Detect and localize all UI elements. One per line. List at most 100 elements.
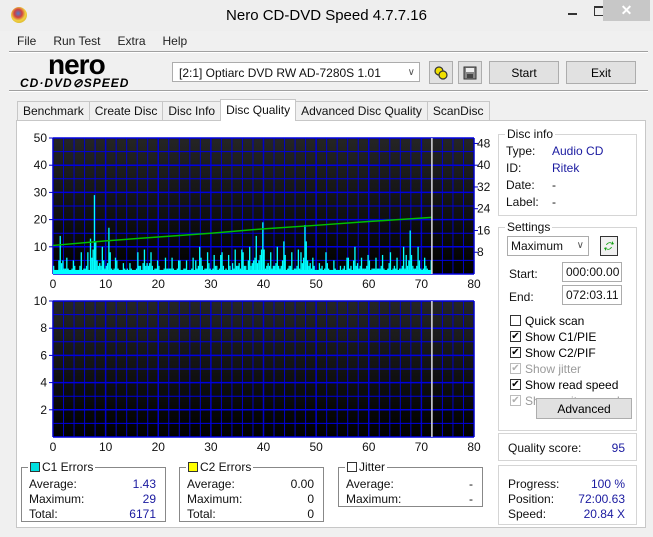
exit-button[interactable]: Exit — [566, 61, 636, 84]
c1-chart-x-tick-label: 50 — [309, 277, 323, 291]
checkbox-show-write-speed: ✔ — [510, 395, 521, 406]
c1-chart-x-tick-label: 80 — [467, 277, 481, 291]
progress-box: Progress: 100 % Position: 72:00.63 Speed… — [498, 465, 637, 525]
speed-label: Speed: — [508, 507, 547, 521]
drive-select-value: [2:1] Optiarc DVD RW AD-7280S 1.01 — [179, 66, 381, 80]
tab-disc-quality[interactable]: Disc Quality — [220, 99, 297, 121]
type-label: Type: — [506, 144, 536, 158]
c1-chart-y-tick-label: 50 — [34, 131, 48, 145]
c2-chart-y-tick-label: 6 — [40, 348, 47, 362]
save-icon — [463, 66, 477, 79]
c1-chart-right-tick-label: 40 — [477, 158, 491, 172]
end-time-input[interactable]: 072:03.11 — [562, 285, 622, 305]
c1-bar — [93, 195, 96, 274]
jitter-maximum-value: - — [469, 492, 473, 506]
tab-disc-info[interactable]: Disc Info — [162, 101, 222, 121]
drive-select[interactable]: [2:1] Optiarc DVD RW AD-7280S 1.01 ∨ — [172, 62, 420, 82]
c1-title-text: C1 Errors — [42, 460, 94, 474]
chevron-down-icon: ∨ — [407, 67, 415, 78]
drive-refresh-button[interactable] — [429, 61, 453, 84]
tab-benchmark[interactable]: Benchmark — [17, 101, 90, 121]
c1-chart-right-tick-label: 8 — [477, 245, 484, 259]
checkbox-show-c1-pie[interactable]: ✔ — [510, 331, 521, 342]
title-bar[interactable]: Nero CD-DVD Speed 4.7.7.16 ✕ — [0, 0, 653, 31]
checkbox-label-quick-scan[interactable]: Quick scan — [525, 314, 584, 328]
tab-create-disc[interactable]: Create Disc — [88, 101, 164, 121]
close-button[interactable]: ✕ — [603, 0, 650, 21]
c2-chart-y-tick-label: 4 — [40, 376, 47, 390]
c1-average-label: Average: — [29, 477, 77, 491]
save-button[interactable] — [458, 61, 482, 84]
date-label: Date: — [506, 178, 535, 192]
c2-color-swatch — [188, 462, 198, 472]
disc-quality-panel: 0 10 20 30 40 50 60 70 80 10 20 30 40 50 8 16 24 32 40 48 0 1… — [16, 120, 646, 528]
checkbox-quick-scan[interactable] — [510, 315, 521, 326]
position-label: Position: — [508, 492, 555, 506]
jitter-average-label: Average: — [346, 477, 394, 491]
settings-title: Settings — [505, 220, 553, 234]
c2-title-text: C2 Errors — [200, 460, 252, 474]
disc-info-title: Disc info — [505, 127, 556, 141]
id-label: ID: — [506, 161, 522, 175]
minimize-button[interactable] — [559, 0, 585, 21]
c2-chart-y-tick-label: 2 — [40, 403, 47, 417]
c1-bar — [108, 227, 110, 274]
c2-errors-title: C2 Errors — [186, 460, 254, 474]
start-time-input[interactable]: 000:00.00 — [562, 262, 622, 282]
progress-value: 100 % — [590, 477, 625, 491]
c1-chart-x-tick-label: 0 — [50, 277, 57, 291]
refresh-speed-button[interactable] — [600, 236, 618, 256]
speed-select[interactable]: Maximum ∨ — [507, 236, 589, 256]
checkbox-label-show-read-speed[interactable]: Show read speed — [525, 378, 618, 392]
menu-extra[interactable]: Extra — [109, 33, 154, 51]
c1-bar — [255, 235, 257, 274]
c1-chart-right-tick-label: 32 — [477, 180, 491, 194]
tab-scandisc[interactable]: ScanDisc — [426, 101, 490, 121]
checkbox-label-show-c1-pie[interactable]: Show C1/PIE — [525, 330, 596, 344]
c1-chart-y-tick-label: 30 — [34, 185, 48, 199]
menu-help[interactable]: Help — [155, 33, 197, 51]
checkbox-label-show-c2-pif[interactable]: Show C2/PIF — [525, 346, 596, 360]
quality-score-label: Quality score: — [508, 441, 582, 455]
c1-chart-x-tick-label: 60 — [362, 277, 376, 291]
c1-bar — [304, 225, 306, 274]
c1-color-swatch — [30, 462, 40, 472]
c2-chart-x-tick-label: 30 — [204, 440, 218, 454]
c1-maximum-value: 29 — [142, 492, 156, 506]
nero-logo: nero CD·DVD⊘SPEED — [18, 49, 133, 93]
c1-chart-right-tick-label: 48 — [477, 136, 491, 150]
checkbox-label-show-jitter: Show jitter — [525, 362, 582, 376]
start-button[interactable]: Start — [489, 61, 559, 84]
c1-chart-x-tick-label: 30 — [204, 277, 218, 291]
c2-chart-y-tick-label: 10 — [34, 294, 48, 308]
jitter-average-value: - — [469, 477, 473, 491]
c2-maximum-value: 0 — [307, 492, 314, 506]
c1-total-label: Total: — [29, 507, 58, 521]
speed-select-value: Maximum — [511, 239, 564, 253]
checkbox-show-read-speed[interactable]: ✔ — [510, 379, 521, 390]
drive-refresh-icon — [434, 65, 448, 80]
c1-bar — [283, 241, 285, 274]
c2-chart-x-tick-label: 10 — [99, 440, 113, 454]
disc-info-group: Disc info Type: Audio CD ID: Ritek Date:… — [498, 127, 637, 216]
c1-chart-x-tick-label: 20 — [152, 277, 166, 291]
advanced-button[interactable]: Advanced — [536, 398, 632, 419]
menu-file[interactable]: File — [9, 33, 45, 51]
tab-bar: Benchmark Create Disc Disc Info Disc Qua… — [17, 99, 490, 121]
checkbox-show-c2-pif[interactable]: ✔ — [510, 347, 521, 358]
jitter-maximum-label: Maximum: — [346, 492, 402, 506]
app-window: Nero CD-DVD Speed 4.7.7.16 ✕ File Run Te… — [0, 0, 653, 537]
end-label: End: — [509, 290, 534, 304]
label-label: Label: — [506, 195, 539, 209]
quality-score-value: 95 — [611, 441, 625, 455]
jitter-group: Jitter Average: - Maximum: - — [338, 460, 483, 507]
c1-average-value: 1.43 — [132, 477, 156, 491]
date-value: - — [552, 178, 556, 192]
c2-chart-x-tick-label: 60 — [362, 440, 376, 454]
close-icon: ✕ — [620, 2, 633, 18]
c2-total-value: 0 — [307, 507, 314, 521]
c2-average-label: Average: — [187, 477, 235, 491]
tab-advanced-disc-quality[interactable]: Advanced Disc Quality — [295, 101, 428, 121]
minimize-icon — [567, 12, 577, 15]
c2-chart-x-tick-label: 80 — [467, 440, 481, 454]
